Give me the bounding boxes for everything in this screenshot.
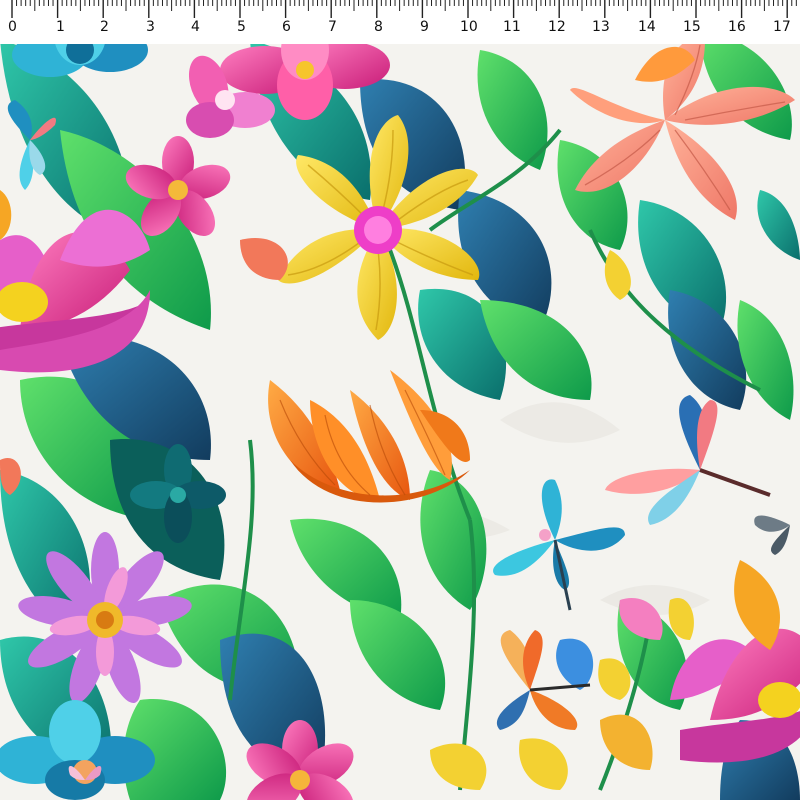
ruler-label-0: 0: [8, 19, 17, 35]
measurement-ruler: 0 1 2 3 4 5 6 7 8 9 10 11 12 13 14 15 16…: [0, 0, 800, 44]
ruler-label-2: 2: [100, 19, 109, 35]
ruler-label-14: 14: [638, 19, 656, 35]
floral-artwork: [0, 0, 800, 800]
ruler-label-16: 16: [728, 19, 746, 35]
ruler-label-6: 6: [282, 19, 291, 35]
ruler-label-17: 17: [773, 19, 791, 35]
ruler-label-11: 11: [503, 19, 521, 35]
fabric-print-canvas: 0 1 2 3 4 5 6 7 8 9 10 11 12 13 14 15 16…: [0, 0, 800, 800]
ruler-label-10: 10: [460, 19, 478, 35]
ruler-label-4: 4: [191, 19, 200, 35]
ruler-label-7: 7: [328, 19, 337, 35]
ruler-label-9: 9: [420, 19, 429, 35]
ruler-label-8: 8: [374, 19, 383, 35]
ruler-label-3: 3: [146, 19, 155, 35]
ruler-label-5: 5: [237, 19, 246, 35]
ruler-label-15: 15: [683, 19, 701, 35]
ruler-label-12: 12: [548, 19, 566, 35]
ruler-ticks: [11, 0, 797, 18]
ruler-label-13: 13: [592, 19, 610, 35]
ruler-label-1: 1: [56, 19, 65, 35]
